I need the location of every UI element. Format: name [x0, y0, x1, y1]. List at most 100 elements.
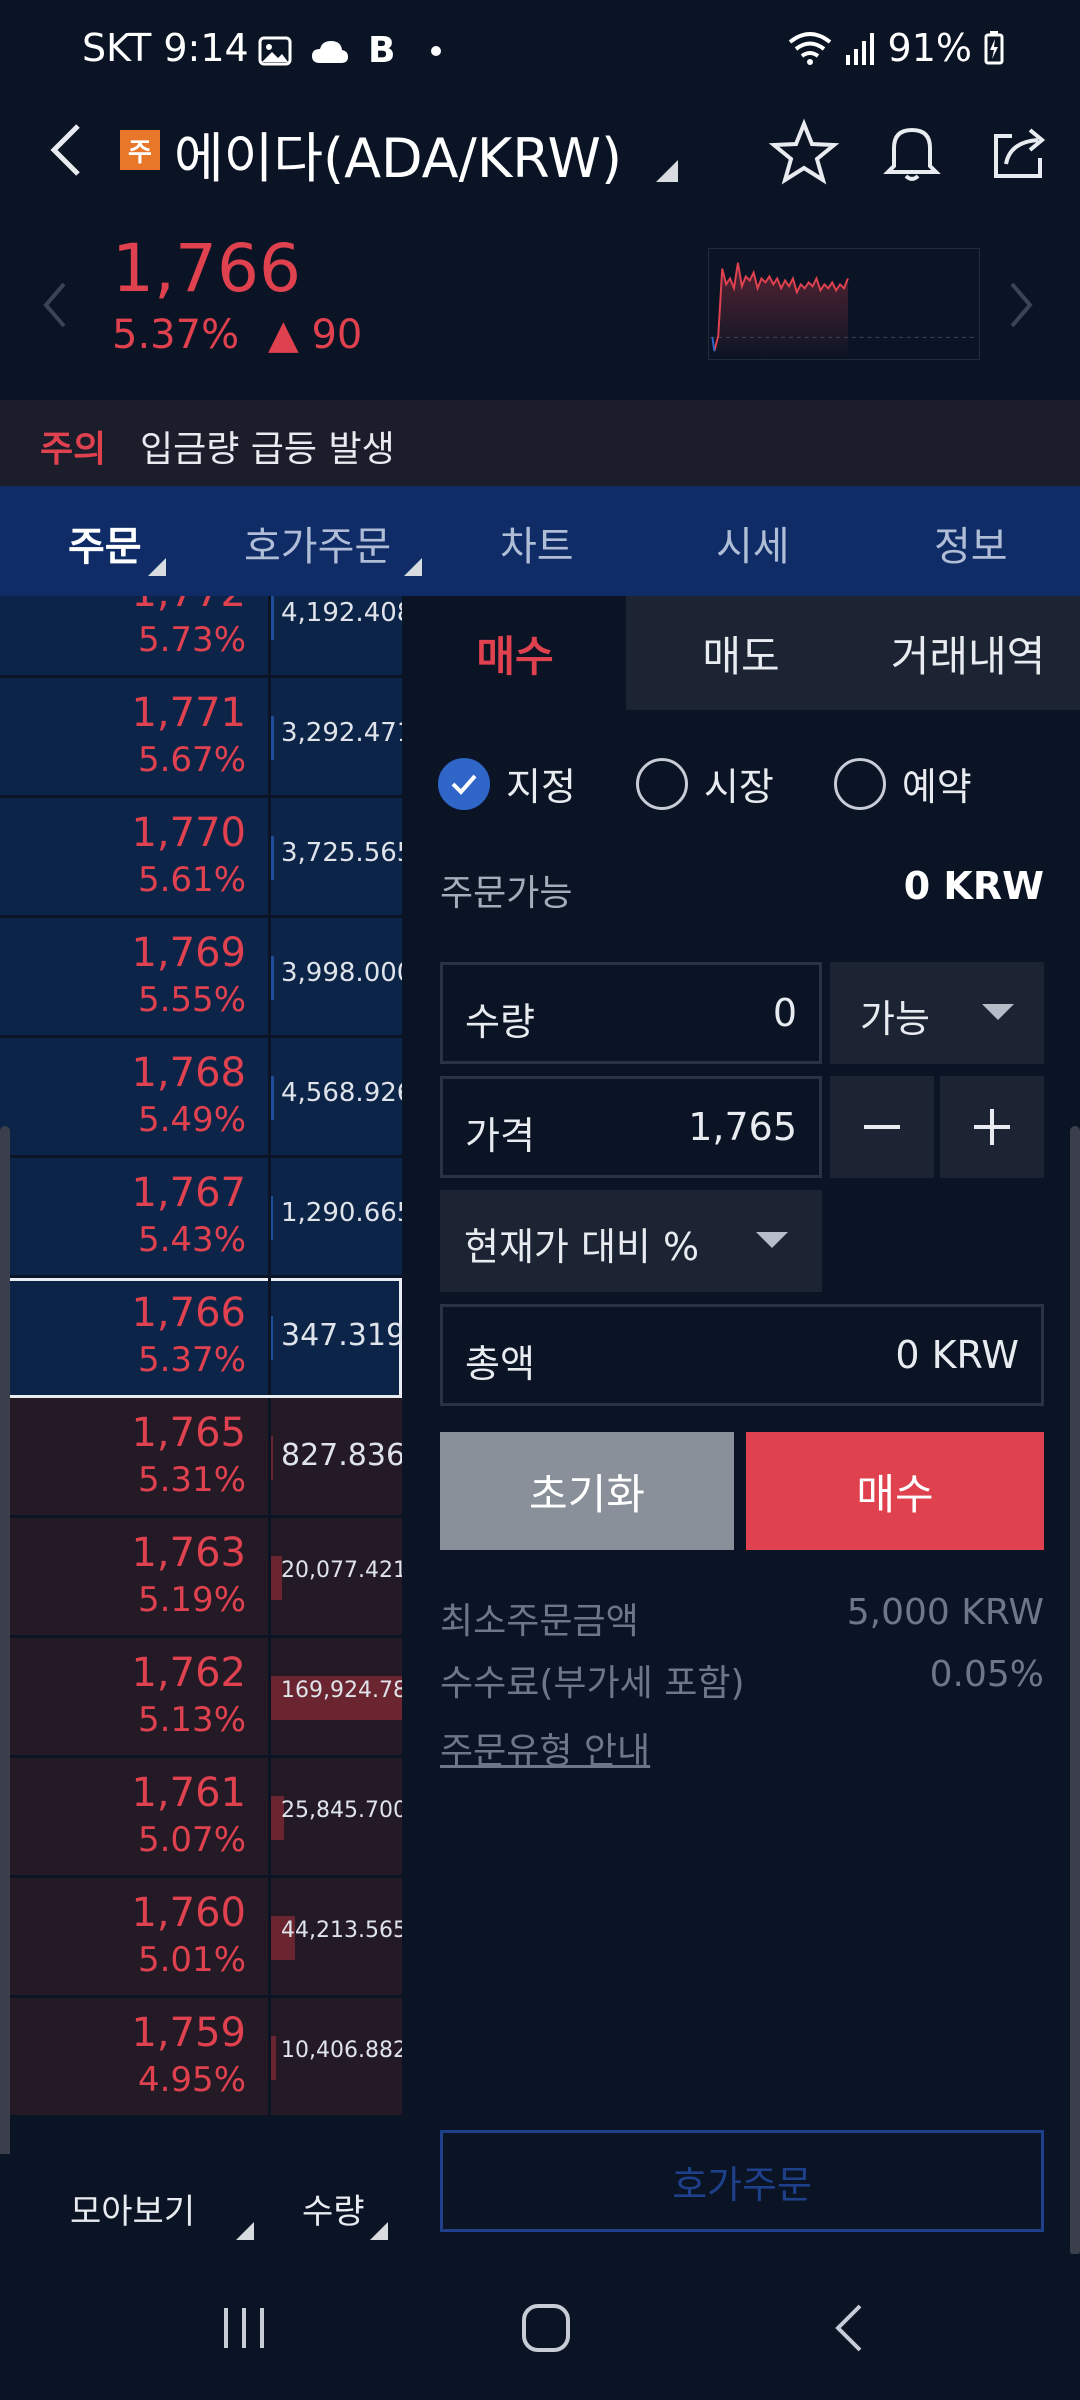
- orderbook-quantity: 44,213.565: [281, 1918, 402, 1943]
- orderbook-row[interactable]: 1,7625.13% 169,924.783: [0, 1638, 402, 1758]
- plus-icon: [974, 1109, 1010, 1145]
- orderbook-price: 1,763: [131, 1530, 246, 1576]
- orderbook-percent: 5.43%: [137, 1220, 246, 1260]
- orderbook-percent: 4.95%: [137, 2060, 246, 2100]
- orderbook-qty-cell: 3,292.471: [268, 678, 402, 795]
- radio-reserve-label: 예약: [901, 765, 972, 809]
- star-icon[interactable]: [768, 116, 840, 188]
- orderbook-row[interactable]: 1,765 5.31% 827.836: [0, 1398, 402, 1518]
- price-summary: 1,766 5.37% ▲ 90: [0, 200, 1080, 400]
- tab-hoga-order[interactable]: 호가주문: [244, 514, 391, 572]
- orderbook-percent: 5.01%: [137, 1940, 246, 1980]
- tab-history[interactable]: 거래내역: [856, 596, 1080, 710]
- orderbook-row[interactable]: 1,768 5.49% 4,568.926: [0, 1038, 402, 1158]
- current-price: 1,766: [112, 230, 301, 307]
- price-label: 가격: [465, 1114, 535, 1158]
- tab-quotes[interactable]: 시세: [716, 514, 790, 572]
- min-order-row: 최소주문금액 5,000 KRW: [440, 1592, 1044, 1644]
- tab-sell[interactable]: 매도: [626, 596, 856, 710]
- orderbook-price: 1,769: [131, 930, 246, 976]
- orderbook-scrollbar[interactable]: [0, 1126, 10, 2256]
- dot-icon: [431, 45, 442, 56]
- system-back-icon[interactable]: [820, 2298, 880, 2358]
- orderbook-price: 1,767: [131, 1170, 246, 1216]
- home-icon[interactable]: [516, 2298, 576, 2358]
- buy-button[interactable]: 매수: [746, 1432, 1044, 1550]
- coin-title[interactable]: 에이다(ADA/KRW): [174, 114, 622, 193]
- quantity-field[interactable]: 수량 0: [440, 962, 822, 1064]
- quantity-dropdown[interactable]: 가능: [830, 962, 1044, 1064]
- share-icon[interactable]: [984, 116, 1056, 188]
- bell-icon[interactable]: [876, 116, 948, 188]
- orderbook-price: 1,766: [131, 1290, 246, 1336]
- orderbook-row[interactable]: 1,767 5.43% 1,290.665: [0, 1158, 402, 1278]
- orderbook-row[interactable]: 1,759 4.95% 10,406.882: [0, 1998, 402, 2118]
- order-type-guide-link[interactable]: 주문유형 안내: [440, 1722, 650, 1774]
- battery-icon: [984, 31, 1004, 65]
- fee-value: 0.05%: [929, 1654, 1044, 1695]
- prev-coin-arrow-icon[interactable]: [40, 280, 70, 330]
- order-panel-scrollbar[interactable]: [1070, 1126, 1080, 2256]
- orderbook-percent: 5.37%: [137, 1340, 246, 1380]
- hoga-order-button[interactable]: 호가주문: [440, 2130, 1044, 2232]
- orderbook-footer: 모아보기 수량: [0, 2154, 402, 2254]
- orderbook-row[interactable]: 1,770 5.61% 3,725.565: [0, 798, 402, 918]
- orderbook-row[interactable]: 1,772 5.73% 4,192.408: [0, 596, 402, 678]
- reset-button[interactable]: 초기화: [440, 1432, 734, 1550]
- android-nav-bar: [0, 2254, 1080, 2400]
- gallery-icon: [258, 36, 292, 65]
- tab-chart[interactable]: 차트: [500, 514, 574, 572]
- orderbook-row[interactable]: 1,760 5.01% 44,213.565: [0, 1878, 402, 1998]
- mini-price-chart[interactable]: [708, 248, 980, 360]
- alert-message: 입금량 급등 발생: [140, 429, 395, 470]
- recent-apps-icon[interactable]: [214, 2298, 274, 2358]
- aggregate-view-button[interactable]: 모아보기: [70, 2184, 195, 2233]
- orderbook-qty-cell: 1,290.665: [268, 1158, 402, 1275]
- price-mode-label: 현재가 대비 %: [464, 1225, 700, 1269]
- orderbook-price: 1,771: [131, 690, 246, 736]
- price-increase-button[interactable]: [940, 1076, 1044, 1178]
- orderbook-row-current[interactable]: 1,766 5.37% 347.319: [0, 1278, 402, 1398]
- price-field[interactable]: 가격 1,765: [440, 1076, 822, 1178]
- radio-reserve[interactable]: 예약: [833, 756, 972, 811]
- top-nav: 주 에이다(ADA/KRW): [0, 100, 1080, 200]
- orderbook-row[interactable]: 1,771 5.67% 3,292.471: [0, 678, 402, 798]
- orderbook-percent: 5.55%: [137, 980, 246, 1020]
- price-mode-dropdown[interactable]: 현재가 대비 %: [440, 1190, 822, 1292]
- tab-buy[interactable]: 매수: [404, 596, 626, 710]
- orderbook-row[interactable]: 1,761 5.07% 25,845.700: [0, 1758, 402, 1878]
- orderbook-percent: 5.61%: [137, 860, 246, 900]
- radio-market[interactable]: 시장: [635, 756, 774, 811]
- tab-hoga-caret-icon: [404, 558, 422, 576]
- orderbook-percent: 5.07%: [137, 1820, 246, 1860]
- orderbook-row[interactable]: 1,763 5.19% 20,077.421: [0, 1518, 402, 1638]
- orderbook-percent: 5.19%: [137, 1580, 246, 1620]
- next-coin-arrow-icon[interactable]: [1006, 280, 1036, 330]
- radio-limit[interactable]: 지정: [438, 756, 576, 811]
- orderbook-price: 1,761: [131, 1770, 246, 1816]
- title-dropdown-caret-icon[interactable]: [656, 160, 678, 182]
- orderbook-quantity: 169,924.783: [281, 1678, 402, 1703]
- order-panel: 매수 매도 거래내역 지정 시장 예약 주문가능 0 KRW 수량 0 가능 가…: [404, 596, 1080, 2254]
- total-field[interactable]: 총액 0 KRW: [440, 1304, 1044, 1406]
- back-arrow-icon[interactable]: [38, 118, 98, 182]
- cloud-icon: [312, 40, 348, 63]
- price-decrease-button[interactable]: [830, 1076, 934, 1178]
- orderbook-quantity: 4,192.408: [281, 598, 402, 628]
- orderbook-price: 1,768: [131, 1050, 246, 1096]
- orderbook[interactable]: 1,7725.73%4,192.4081,7715.67%3,292.4711,…: [0, 596, 402, 2154]
- orderbook-row[interactable]: 1,769 5.55% 3,998.000: [0, 918, 402, 1038]
- quantity-toggle-button[interactable]: 수량: [302, 2184, 365, 2233]
- available-value: 0 KRW: [903, 864, 1044, 908]
- orderbook-quantity: 4,568.926: [281, 1078, 402, 1108]
- orderbook-qty-cell: 44,213.565: [268, 1878, 402, 1995]
- tab-info[interactable]: 정보: [934, 514, 1008, 572]
- orderbook-price: 1,762: [131, 1650, 246, 1696]
- coin-badge: 주: [120, 130, 160, 170]
- orderbook-price: 1,765: [131, 1410, 246, 1456]
- orderbook-volume-bar: [271, 836, 274, 880]
- tab-order[interactable]: 주문: [68, 514, 142, 572]
- orderbook-quantity: 3,292.471: [281, 718, 402, 748]
- alert-banner[interactable]: 주의 입금량 급등 발생: [0, 400, 1080, 486]
- orderbook-volume-bar: [271, 2036, 276, 2080]
